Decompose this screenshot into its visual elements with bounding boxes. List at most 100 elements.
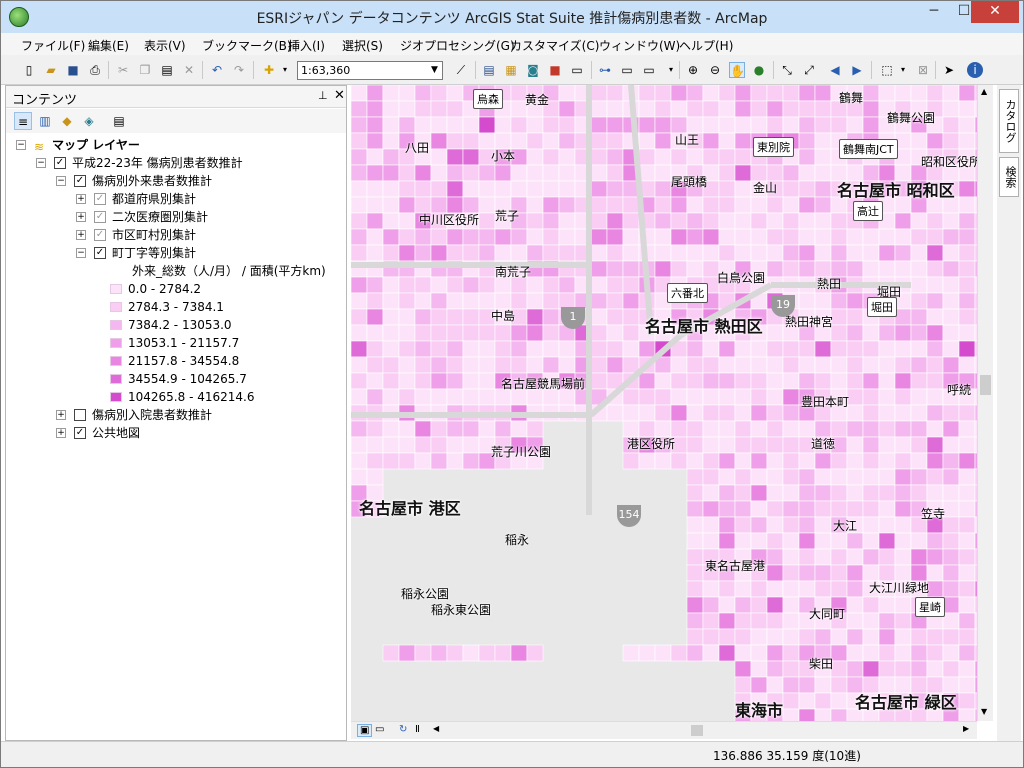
town-polygon[interactable] [654,196,672,214]
town-polygon[interactable] [734,500,752,518]
town-polygon[interactable] [798,212,816,230]
tree-row-subgroup[interactable]: − ✓ 傷病別外来患者数推計 [6,172,346,190]
town-polygon[interactable] [670,356,688,374]
town-polygon[interactable] [702,116,720,134]
save-icon[interactable]: ■ [65,62,81,78]
town-polygon[interactable] [862,468,880,486]
town-polygon[interactable] [638,644,656,662]
town-polygon[interactable] [430,308,448,326]
town-polygon[interactable] [798,100,816,118]
town-polygon[interactable] [942,276,960,294]
town-polygon[interactable] [430,180,448,198]
town-polygon[interactable] [446,308,464,326]
town-polygon[interactable] [718,180,736,198]
town-polygon[interactable] [926,132,944,150]
town-polygon[interactable] [366,180,384,198]
catalog-icon[interactable]: ▦ [503,62,519,78]
town-polygon[interactable] [958,85,976,102]
town-polygon[interactable] [670,388,688,406]
town-polygon[interactable] [414,324,432,342]
town-polygon[interactable] [686,196,704,214]
town-polygon[interactable] [366,85,384,102]
town-polygon[interactable] [351,85,368,102]
town-polygon[interactable] [926,420,944,438]
town-polygon[interactable] [750,420,768,438]
town-polygon[interactable] [606,276,624,294]
town-polygon[interactable] [430,292,448,310]
town-polygon[interactable] [814,292,832,310]
town-polygon[interactable] [606,164,624,182]
python-window-icon[interactable]: ▭ [569,62,585,78]
town-polygon[interactable] [830,372,848,390]
town-polygon[interactable] [718,85,736,102]
town-polygon[interactable] [846,356,864,374]
town-polygon[interactable] [942,116,960,134]
town-polygon[interactable] [926,564,944,582]
town-polygon[interactable] [366,116,384,134]
town-polygon[interactable] [686,85,704,102]
town-polygon[interactable] [462,324,480,342]
town-polygon[interactable] [462,292,480,310]
town-polygon[interactable] [686,580,704,598]
town-polygon[interactable] [894,420,912,438]
town-polygon[interactable] [830,340,848,358]
town-polygon[interactable] [814,564,832,582]
town-polygon[interactable] [462,356,480,374]
town-polygon[interactable] [766,85,784,102]
town-polygon[interactable] [894,516,912,534]
town-polygon[interactable] [494,244,512,262]
town-polygon[interactable] [942,356,960,374]
town-polygon[interactable] [430,116,448,134]
town-polygon[interactable] [814,132,832,150]
town-polygon[interactable] [558,212,576,230]
town-polygon[interactable] [622,260,640,278]
town-polygon[interactable] [526,356,544,374]
town-polygon[interactable] [814,532,832,550]
town-polygon[interactable] [478,644,496,662]
town-polygon[interactable] [910,372,928,390]
town-polygon[interactable] [894,468,912,486]
town-polygon[interactable] [606,132,624,150]
town-polygon[interactable] [942,468,960,486]
town-polygon[interactable] [478,420,496,438]
town-polygon[interactable] [782,340,800,358]
town-polygon[interactable] [734,596,752,614]
town-polygon[interactable] [686,244,704,262]
town-polygon[interactable] [910,436,928,454]
town-polygon[interactable] [542,196,560,214]
list-by-drawing-order-icon[interactable]: ≡ [14,112,32,130]
tree-row-layer-prefecture[interactable]: + ✓ 都道府県別集計 [6,190,346,208]
town-polygon[interactable] [558,244,576,262]
town-polygon[interactable] [766,260,784,278]
town-polygon[interactable] [814,212,832,230]
town-polygon[interactable] [942,516,960,534]
town-polygon[interactable] [590,148,608,166]
town-polygon[interactable] [862,548,880,566]
town-polygon[interactable] [558,340,576,358]
town-polygon[interactable] [526,148,544,166]
town-polygon[interactable] [942,452,960,470]
town-polygon[interactable] [814,228,832,246]
town-polygon[interactable] [462,244,480,262]
town-polygon[interactable] [862,452,880,470]
town-polygon[interactable] [734,372,752,390]
town-polygon[interactable] [958,692,976,710]
select-elements-arrow-icon[interactable]: ➤ [941,62,957,78]
town-polygon[interactable] [718,596,736,614]
town-polygon[interactable] [910,132,928,150]
town-polygon[interactable] [654,148,672,166]
town-polygon[interactable] [654,404,672,422]
town-polygon[interactable] [718,644,736,662]
town-polygon[interactable] [702,452,720,470]
town-polygon[interactable] [702,356,720,374]
town-polygon[interactable] [958,244,976,262]
town-polygon[interactable] [526,292,544,310]
select-dropdown-icon[interactable]: ▾ [895,62,911,78]
tree-row-map-layers[interactable]: − ≋ マップ レイヤー [6,136,346,154]
town-polygon[interactable] [414,644,432,662]
town-polygon[interactable] [830,116,848,134]
town-polygon[interactable] [654,452,672,470]
town-polygon[interactable] [958,292,976,310]
town-polygon[interactable] [782,500,800,518]
town-polygon[interactable] [798,628,816,646]
